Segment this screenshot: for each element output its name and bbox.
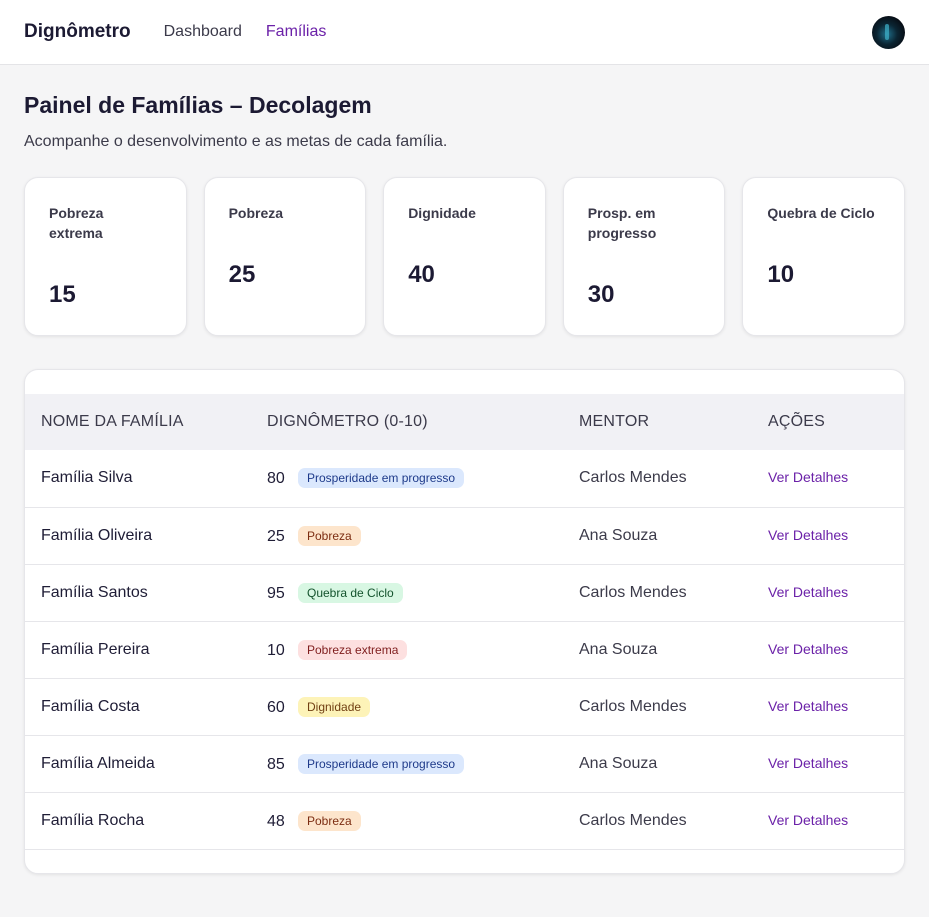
stat-value: 25 (228, 261, 256, 288)
stat-label: Dignidade (408, 205, 476, 221)
table-row: Família Pereira 10 Pobreza extrema Ana So… (25, 621, 904, 679)
mentor-name: Carlos Mendes (579, 697, 687, 715)
status-badge: Pobreza (298, 810, 361, 831)
family-name: Família Santos (41, 583, 148, 601)
table-row: Família Santos 95 Quebra de Ciclo Carlos … (25, 564, 904, 622)
nav-familias[interactable]: Famílias (266, 23, 326, 41)
ver-detalhes-link[interactable]: Ver Detalhes (768, 755, 848, 771)
status-badge: Dignidade (298, 696, 371, 717)
table-row: Família Silva 80 Prosperidade em progress… (25, 450, 904, 508)
ver-detalhes-link[interactable]: Ver Detalhes (768, 812, 848, 828)
stat-value: 15 (49, 281, 76, 308)
ver-detalhes-link[interactable]: Ver Detalhes (768, 698, 848, 714)
ver-detalhes-link[interactable]: Ver Detalhes (768, 469, 848, 485)
score-value: 25 (267, 527, 285, 545)
score-value: 95 (267, 584, 285, 602)
family-name: Família Silva (41, 469, 133, 487)
nav-dashboard[interactable]: Dashboard (164, 23, 242, 41)
header-mentor: MENTOR (579, 413, 650, 430)
family-name: Família Costa (41, 697, 140, 715)
families-table-card: NOME DA FAMÍLIA DIGNÔMETRO (0-10) MENTOR… (24, 369, 905, 874)
main-content: Painel de Famílias – Decolagem Acompanhe… (0, 92, 929, 874)
score-value: 48 (267, 812, 285, 830)
status-badge: Pobreza (298, 525, 361, 546)
status-badge: Prosperidade em progresso (298, 753, 465, 774)
user-avatar[interactable] (872, 16, 905, 49)
status-badge: Pobreza extrema (298, 639, 408, 660)
family-name: Família Rocha (41, 811, 145, 829)
ver-detalhes-link[interactable]: Ver Detalhes (768, 641, 848, 657)
stat-card-pobreza: Pobreza 25 (203, 177, 367, 336)
mentor-name: Carlos Mendes (579, 583, 687, 601)
table-row: Família Rocha 48 Pobreza Carlos Mendes Ve… (25, 792, 904, 850)
brand-logo[interactable]: Dignômetro (24, 21, 131, 43)
top-navbar: Dignômetro Dashboard Famílias (0, 0, 929, 65)
stat-card-pobreza-extrema: Pobreza extrema 15 (24, 177, 187, 336)
stat-label: Pobreza extrema (49, 205, 104, 241)
stat-card-dignidade: Dignidade 40 (383, 177, 546, 336)
family-name: Família Pereira (41, 640, 150, 658)
status-badge: Quebra de Ciclo (298, 582, 403, 603)
score-value: 80 (267, 470, 285, 488)
stat-label: Prosp. em progresso (587, 205, 657, 241)
stat-value: 40 (408, 261, 435, 288)
table-header-row: NOME DA FAMÍLIA DIGNÔMETRO (0-10) MENTOR… (25, 394, 904, 450)
mentor-name: Ana Souza (579, 754, 658, 772)
stat-value: 10 (767, 261, 795, 288)
table-row: Família Almeida 85 Prosperidade em progre… (25, 735, 904, 793)
stat-card-quebra-de-ciclo: Quebra de Ciclo 10 (742, 177, 905, 336)
page-subtitle: Acompanhe o desenvolvimento e as metas d… (24, 133, 448, 150)
header-nome: NOME DA FAMÍLIA (41, 413, 184, 430)
score-value: 10 (267, 641, 285, 659)
mentor-name: Ana Souza (579, 640, 658, 658)
header-acoes: AÇÕES (768, 413, 826, 430)
stat-label: Quebra de Ciclo (767, 205, 875, 221)
family-name: Família Oliveira (41, 526, 153, 544)
stat-card-prosperidade: Prosp. em progresso 30 (562, 177, 726, 336)
stats-cards: Pobreza extrema 15 Pobreza 25 Dignidade … (24, 177, 905, 336)
table-row: Família Oliveira 25 Pobreza Ana Souza Ver… (25, 507, 904, 565)
status-badge: Prosperidade em progresso (298, 468, 465, 489)
mentor-name: Carlos Mendes (579, 469, 687, 487)
table-row: Família Costa 60 Dignidade Carlos Mendes … (25, 678, 904, 736)
mentor-name: Carlos Mendes (579, 811, 687, 829)
score-value: 85 (267, 755, 285, 773)
stat-value: 30 (587, 281, 615, 308)
score-value: 60 (267, 698, 285, 716)
stat-label: Pobreza (228, 205, 284, 221)
family-name: Família Almeida (41, 754, 155, 772)
families-table: NOME DA FAMÍLIA DIGNÔMETRO (0-10) MENTOR… (25, 394, 904, 850)
ver-detalhes-link[interactable]: Ver Detalhes (768, 584, 848, 600)
page-title: Painel de Famílias – Decolagem (24, 92, 372, 118)
mentor-name: Ana Souza (579, 526, 658, 544)
ver-detalhes-link[interactable]: Ver Detalhes (768, 527, 848, 543)
header-dignometro: DIGNÔMETRO (0-10) (267, 413, 428, 430)
